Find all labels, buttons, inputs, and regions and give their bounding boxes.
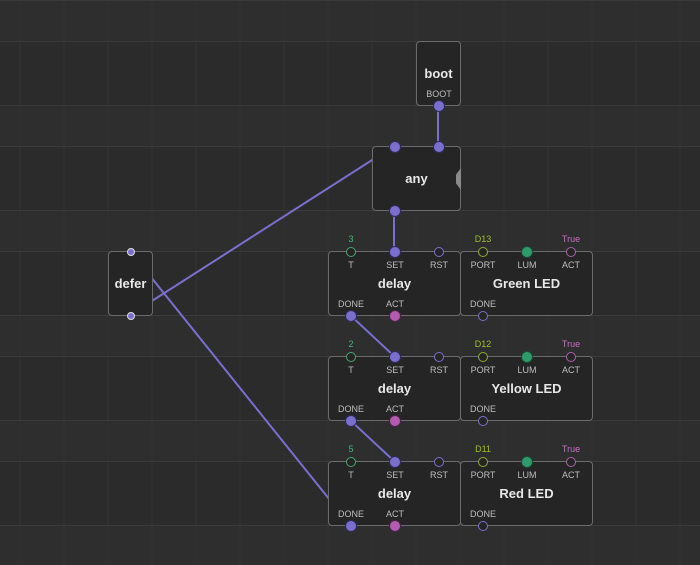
grid-band	[0, 211, 700, 251]
node-led1[interactable]: D13 True PORT LUM ACT Green LED DONE	[460, 234, 593, 321]
input-pin-set[interactable]	[389, 246, 401, 258]
t-value: 5	[348, 444, 354, 454]
port-value: D13	[474, 234, 492, 244]
t-value: 3	[348, 234, 354, 244]
input-pin-t[interactable]	[346, 352, 356, 362]
pin-label-boot: BOOT	[426, 89, 452, 99]
output-pin-defer[interactable]	[127, 312, 135, 320]
pin-label-rst: RST	[430, 365, 448, 375]
output-pin-done[interactable]	[345, 520, 357, 532]
node-title: Green LED	[492, 276, 561, 291]
pin-label-act: ACT	[562, 260, 580, 270]
output-pin-act[interactable]	[389, 520, 401, 532]
node-title: any	[405, 171, 428, 186]
output-pin-done[interactable]	[345, 310, 357, 322]
pin-label-lum: LUM	[517, 260, 537, 270]
output-pin-boot[interactable]	[433, 100, 445, 112]
input-pin-any-1[interactable]	[389, 141, 401, 153]
node-title: Yellow LED	[491, 381, 562, 396]
input-pin-act[interactable]	[566, 247, 576, 257]
input-pin-set[interactable]	[389, 456, 401, 468]
input-pin-rst[interactable]	[434, 457, 444, 467]
port-value: D12	[474, 339, 492, 349]
pin-label-act: ACT	[562, 470, 580, 480]
pin-label-port: PORT	[470, 260, 496, 270]
input-pin-set[interactable]	[389, 351, 401, 363]
input-pin-act[interactable]	[566, 352, 576, 362]
input-pin-any-2[interactable]	[433, 141, 445, 153]
node-title: delay	[377, 486, 412, 501]
grid-band	[0, 316, 700, 356]
node-title: defer	[114, 276, 147, 291]
pin-label-port: PORT	[470, 365, 496, 375]
pin-label-act: ACT	[562, 365, 580, 375]
pin-label-done: DONE	[337, 509, 364, 519]
node-title: delay	[377, 276, 412, 291]
input-pin-port[interactable]	[478, 457, 488, 467]
act-value: True	[561, 444, 581, 454]
pin-label-set: SET	[386, 470, 404, 480]
pin-label-done: DONE	[337, 299, 364, 309]
input-pin-port[interactable]	[478, 352, 488, 362]
grid-band	[0, 1, 700, 41]
node-boot[interactable]: boot BOOT	[416, 41, 461, 112]
node-title: boot	[424, 66, 453, 81]
node-led3[interactable]: D11 True PORT LUM ACT Red LED DONE	[460, 444, 593, 531]
pin-label-t: T	[348, 260, 354, 270]
node-any[interactable]: any	[372, 141, 461, 217]
node-delay2[interactable]: 2 T SET RST delay DONE ACT	[328, 339, 461, 427]
pin-label-t: T	[348, 365, 354, 375]
input-pin-lum[interactable]	[521, 456, 533, 468]
node-title: Red LED	[499, 486, 554, 501]
input-pin-rst[interactable]	[434, 247, 444, 257]
grid-band	[0, 106, 700, 146]
node-title: delay	[377, 381, 412, 396]
output-pin-done[interactable]	[478, 311, 488, 321]
act-value: True	[561, 339, 581, 349]
pin-label-done: DONE	[469, 299, 496, 309]
input-pin-lum[interactable]	[521, 351, 533, 363]
node-delay1[interactable]: 3 T SET RST delay DONE ACT	[328, 234, 461, 322]
pin-label-set: SET	[386, 260, 404, 270]
pin-label-set: SET	[386, 365, 404, 375]
pin-label-done: DONE	[469, 404, 496, 414]
input-pin-act[interactable]	[566, 457, 576, 467]
input-pin-defer[interactable]	[127, 248, 135, 256]
pin-label-lum: LUM	[517, 365, 537, 375]
node-led2[interactable]: D12 True PORT LUM ACT Yellow LED DONE	[460, 339, 593, 426]
input-pin-port[interactable]	[478, 247, 488, 257]
pin-label-port: PORT	[470, 470, 496, 480]
input-pin-lum[interactable]	[521, 246, 533, 258]
output-pin-done[interactable]	[345, 415, 357, 427]
pin-label-lum: LUM	[517, 470, 537, 480]
port-value: D11	[475, 444, 491, 454]
node-defer[interactable]: defer	[108, 248, 153, 320]
input-pin-t[interactable]	[346, 457, 356, 467]
pin-label-done: DONE	[469, 509, 496, 519]
pin-label-done: DONE	[337, 404, 364, 414]
pin-label-rst: RST	[430, 260, 448, 270]
t-value: 2	[348, 339, 354, 349]
input-pin-rst[interactable]	[434, 352, 444, 362]
pin-label-act: ACT	[386, 404, 404, 414]
output-pin-done[interactable]	[478, 416, 488, 426]
output-pin-act[interactable]	[389, 415, 401, 427]
input-pin-t[interactable]	[346, 247, 356, 257]
output-pin-done[interactable]	[478, 521, 488, 531]
pin-label-t: T	[348, 470, 354, 480]
output-pin-any[interactable]	[389, 205, 401, 217]
node-delay3[interactable]: 5 T SET RST delay DONE ACT	[328, 444, 461, 532]
pin-label-act: ACT	[386, 299, 404, 309]
output-pin-act[interactable]	[389, 310, 401, 322]
pin-label-act: ACT	[386, 509, 404, 519]
grid-band	[0, 421, 700, 461]
act-value: True	[561, 234, 581, 244]
pin-label-rst: RST	[430, 470, 448, 480]
